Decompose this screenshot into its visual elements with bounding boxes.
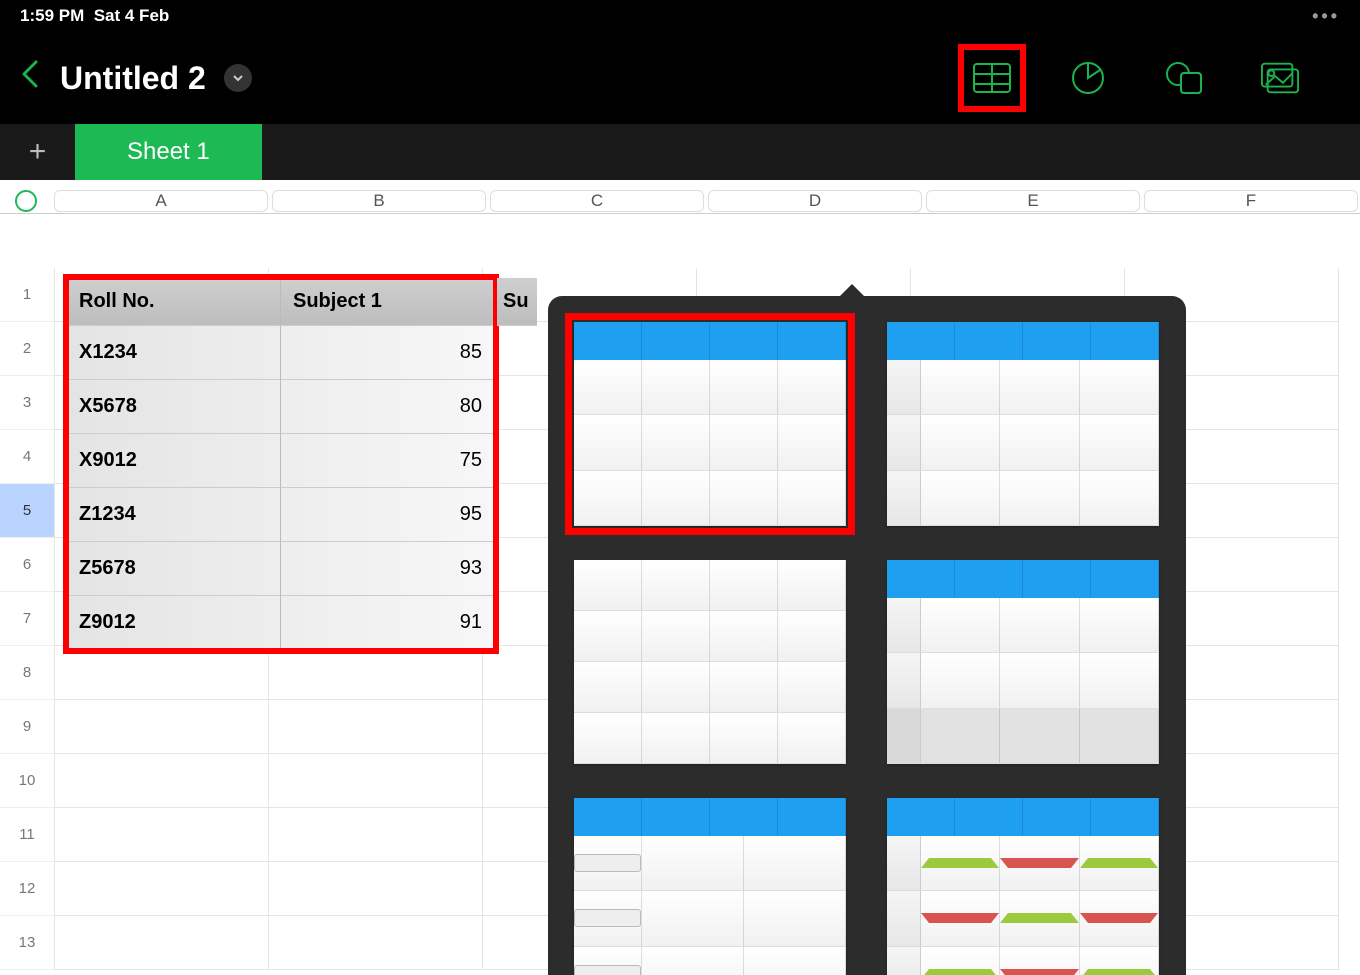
row-header[interactable]: 4 — [0, 430, 55, 484]
insert-table-button[interactable] — [972, 58, 1012, 98]
spreadsheet-area: A B C D E F 1 2 3 4 5 6 7 8 9 10 11 12 1… — [0, 180, 1360, 975]
add-sheet-button[interactable]: + — [0, 124, 75, 180]
table-cell[interactable]: X9012 — [67, 434, 281, 488]
table-templates-popover — [548, 296, 1186, 975]
table-cell[interactable]: 93 — [281, 542, 495, 596]
table-cell[interactable]: Z5678 — [67, 542, 281, 596]
table-cell[interactable]: Z9012 — [67, 596, 281, 650]
row-header[interactable]: 8 — [0, 646, 55, 700]
row-header[interactable]: 11 — [0, 808, 55, 862]
table-template-option[interactable] — [887, 560, 1159, 764]
insert-shape-button[interactable] — [1164, 58, 1204, 98]
table-cell[interactable]: 75 — [281, 434, 495, 488]
table-cell[interactable]: 80 — [281, 380, 495, 434]
table-cell[interactable]: X1234 — [67, 326, 281, 380]
status-bar: 1:59 PM Sat 4 Feb ••• — [0, 0, 1360, 32]
triangle-down-icon — [1000, 969, 1078, 975]
column-header[interactable]: A — [54, 190, 268, 212]
column-header[interactable]: F — [1144, 190, 1358, 212]
data-table[interactable]: Roll No. Subject 1 X123485 X567880 X9012… — [67, 278, 495, 650]
column-header[interactable]: C — [490, 190, 704, 212]
triangle-down-icon — [1000, 858, 1078, 868]
column-headers: A B C D E F — [0, 180, 1360, 214]
toolbar-icons — [972, 58, 1300, 98]
table-header-cell[interactable]: Roll No. — [67, 278, 281, 326]
table-cell[interactable]: Z1234 — [67, 488, 281, 542]
table-cell[interactable]: 95 — [281, 488, 495, 542]
row-header[interactable]: 12 — [0, 862, 55, 916]
back-button[interactable] — [20, 59, 42, 98]
triangle-up-icon — [1080, 858, 1158, 868]
table-cell[interactable]: X5678 — [67, 380, 281, 434]
column-header[interactable]: B — [272, 190, 486, 212]
status-time-date: 1:59 PM Sat 4 Feb — [20, 6, 169, 26]
row-header[interactable]: 3 — [0, 376, 55, 430]
table-template-option[interactable] — [574, 798, 846, 975]
table-template-option[interactable] — [574, 322, 846, 526]
row-header[interactable]: 6 — [0, 538, 55, 592]
select-all-origin[interactable] — [0, 190, 52, 212]
triangle-up-icon — [921, 858, 999, 868]
column-header[interactable]: E — [926, 190, 1140, 212]
table-template-option[interactable] — [574, 560, 846, 764]
sheet-tabs-bar: + Sheet 1 — [0, 124, 1360, 180]
table-cell[interactable]: 85 — [281, 326, 495, 380]
table-template-option[interactable] — [887, 798, 1159, 975]
triangle-up-icon — [1000, 913, 1078, 923]
table-header-cell-partial: Su — [497, 278, 537, 326]
triangle-down-icon — [921, 913, 999, 923]
row-header[interactable]: 13 — [0, 916, 55, 970]
row-header[interactable]: 2 — [0, 322, 55, 376]
document-title[interactable]: Untitled 2 — [60, 60, 206, 97]
checkbox-icon — [574, 854, 641, 872]
row-header[interactable]: 9 — [0, 700, 55, 754]
row-header[interactable]: 7 — [0, 592, 55, 646]
table-template-option[interactable] — [887, 322, 1159, 526]
insert-chart-button[interactable] — [1068, 58, 1108, 98]
triangle-up-icon — [921, 969, 999, 975]
row-header[interactable]: 10 — [0, 754, 55, 808]
table-cell[interactable]: 91 — [281, 596, 495, 650]
insert-media-button[interactable] — [1260, 58, 1300, 98]
row-header[interactable]: 1 — [0, 268, 55, 322]
checkbox-icon — [574, 909, 641, 927]
more-icon[interactable]: ••• — [1312, 6, 1340, 27]
title-bar: Untitled 2 — [0, 32, 1360, 124]
table-header-cell[interactable]: Subject 1 — [281, 278, 495, 326]
title-dropdown-button[interactable] — [224, 64, 252, 92]
triangle-down-icon — [1080, 913, 1158, 923]
column-header[interactable]: D — [708, 190, 922, 212]
checkbox-icon — [574, 965, 641, 975]
sheet-tab-active[interactable]: Sheet 1 — [75, 124, 262, 180]
row-header[interactable]: 5 — [0, 484, 55, 538]
triangle-up-icon — [1080, 969, 1158, 975]
